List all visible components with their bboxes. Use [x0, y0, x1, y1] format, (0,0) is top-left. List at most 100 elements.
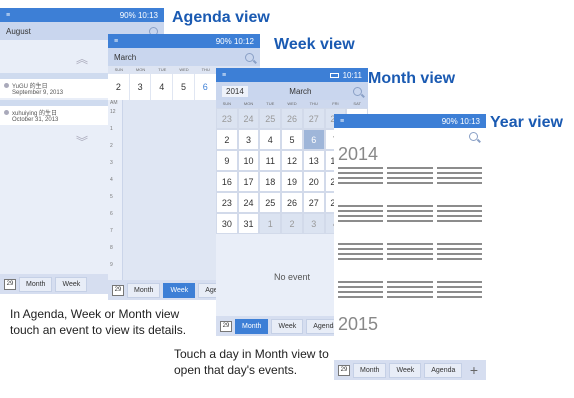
mini-month[interactable]: [387, 202, 433, 234]
month-year: 2014: [222, 85, 248, 97]
week-date[interactable]: 2: [108, 74, 130, 100]
mini-month[interactable]: [436, 240, 482, 272]
hour-label: 3: [110, 160, 113, 166]
event-dot-icon: [4, 83, 9, 88]
year-bottom-bar: 29 Month Week Agenda +: [334, 360, 486, 380]
day-label: WED: [179, 67, 189, 72]
day-cell[interactable]: 25: [259, 108, 282, 129]
day-cell[interactable]: 23: [216, 192, 238, 213]
day-cell[interactable]: 26: [281, 192, 303, 213]
day-cell[interactable]: 24: [237, 192, 260, 213]
agenda-button[interactable]: Agenda: [424, 362, 463, 378]
mini-month[interactable]: [436, 164, 482, 196]
event-text: xuhuiying 的生日 October 31, 2013: [12, 108, 58, 123]
mini-month[interactable]: [387, 240, 433, 272]
agenda-month-title: August: [6, 26, 31, 36]
day-cell[interactable]: 9: [216, 150, 238, 171]
mini-month[interactable]: [338, 164, 384, 196]
day-cell[interactable]: 1: [259, 213, 282, 234]
day-cell[interactable]: 31: [237, 213, 260, 234]
day-cell[interactable]: 5: [281, 129, 303, 150]
week-toolbar: March: [108, 48, 260, 66]
today-calendar-icon[interactable]: 29: [338, 364, 350, 376]
week-view-label: Week view: [274, 36, 355, 53]
month-button[interactable]: Month: [127, 282, 161, 298]
hour-label: 7: [110, 228, 113, 234]
day-cell[interactable]: 23: [216, 108, 238, 129]
week-button[interactable]: Week: [271, 318, 304, 334]
month-button[interactable]: Month: [353, 362, 387, 378]
day-label: SUN: [222, 101, 232, 106]
mini-month[interactable]: [338, 240, 384, 272]
mini-month[interactable]: [387, 278, 433, 310]
search-icon[interactable]: [353, 86, 362, 96]
mini-month[interactable]: [436, 202, 482, 234]
today-calendar-icon[interactable]: 29: [220, 320, 232, 332]
day-cell[interactable]: 19: [281, 171, 303, 192]
status-left: ≡: [340, 117, 345, 125]
search-icon[interactable]: [245, 52, 254, 62]
hour-label: 4: [110, 177, 113, 183]
day-cell-selected[interactable]: 6: [302, 129, 325, 150]
mini-month[interactable]: [387, 164, 433, 196]
hour-label: AM: [110, 100, 118, 106]
search-icon[interactable]: [469, 131, 478, 141]
day-cell[interactable]: 16: [216, 171, 238, 192]
day-cell[interactable]: 13: [302, 150, 325, 171]
today-calendar-icon[interactable]: 29: [4, 278, 16, 290]
week-date[interactable]: 3: [130, 74, 152, 100]
hour-label: 5: [110, 194, 113, 200]
year-title: 2014: [338, 144, 379, 164]
year-month-row: [334, 240, 486, 272]
day-cell[interactable]: 10: [237, 150, 260, 171]
day-cell[interactable]: 2: [216, 129, 238, 150]
status-left: ≡: [6, 11, 11, 19]
day-cell[interactable]: 17: [237, 171, 260, 192]
event-title: xuhuiying 的生日: [12, 111, 58, 117]
week-date[interactable]: 4: [151, 74, 174, 100]
day-cell[interactable]: 18: [259, 171, 282, 192]
day-cell[interactable]: 27: [302, 192, 325, 213]
day-cell[interactable]: 3: [302, 213, 325, 234]
event-text: YuGU 的生日 September 9, 2013: [12, 81, 63, 96]
day-cell[interactable]: 24: [237, 108, 260, 129]
week-date[interactable]: 6: [195, 74, 217, 100]
day-cell[interactable]: 11: [259, 150, 282, 171]
month-day-header: SUN MON TUE WED THU FRI SAT: [216, 100, 368, 108]
day-label: TUE: [158, 67, 167, 72]
day-cell[interactable]: 25: [259, 192, 282, 213]
week-date[interactable]: 5: [173, 74, 195, 100]
mini-month[interactable]: [338, 202, 384, 234]
battery-icon: [329, 72, 339, 78]
week-button[interactable]: Week: [389, 362, 422, 378]
day-cell[interactable]: 30: [216, 213, 238, 234]
month-button[interactable]: Month: [235, 318, 269, 334]
status-bar: ≡ 10:11: [216, 68, 368, 82]
day-cell[interactable]: 26: [281, 108, 303, 129]
month-button[interactable]: Month: [19, 276, 53, 292]
event-title: YuGU 的生日: [12, 84, 48, 90]
status-bar: ≡ 90% 10:13: [334, 114, 486, 128]
week-button[interactable]: Week: [163, 282, 196, 298]
day-cell[interactable]: 3: [237, 129, 260, 150]
day-cell[interactable]: 27: [302, 108, 325, 129]
status-text: 90% 10:13: [441, 116, 480, 126]
month-view-label: Month view: [368, 70, 456, 87]
week-button[interactable]: Week: [55, 276, 88, 292]
add-event-icon[interactable]: +: [470, 362, 482, 378]
day-cell[interactable]: 20: [302, 171, 325, 192]
event-dot-icon: [4, 110, 9, 115]
day-cell[interactable]: 4: [259, 129, 282, 150]
day-cell[interactable]: 12: [281, 150, 303, 171]
today-calendar-icon[interactable]: 29: [112, 284, 124, 296]
mini-month[interactable]: [338, 278, 384, 310]
hour-label: 8: [110, 245, 113, 251]
status-left: ≡: [222, 71, 227, 79]
mini-month[interactable]: [436, 278, 482, 310]
day-label: SAT: [353, 101, 361, 106]
day-cell[interactable]: 2: [281, 213, 303, 234]
status-text: 90% 10:12: [215, 36, 254, 46]
week-month-title: March: [114, 52, 137, 62]
day-label: THU: [309, 101, 318, 106]
day-label: WED: [287, 101, 297, 106]
